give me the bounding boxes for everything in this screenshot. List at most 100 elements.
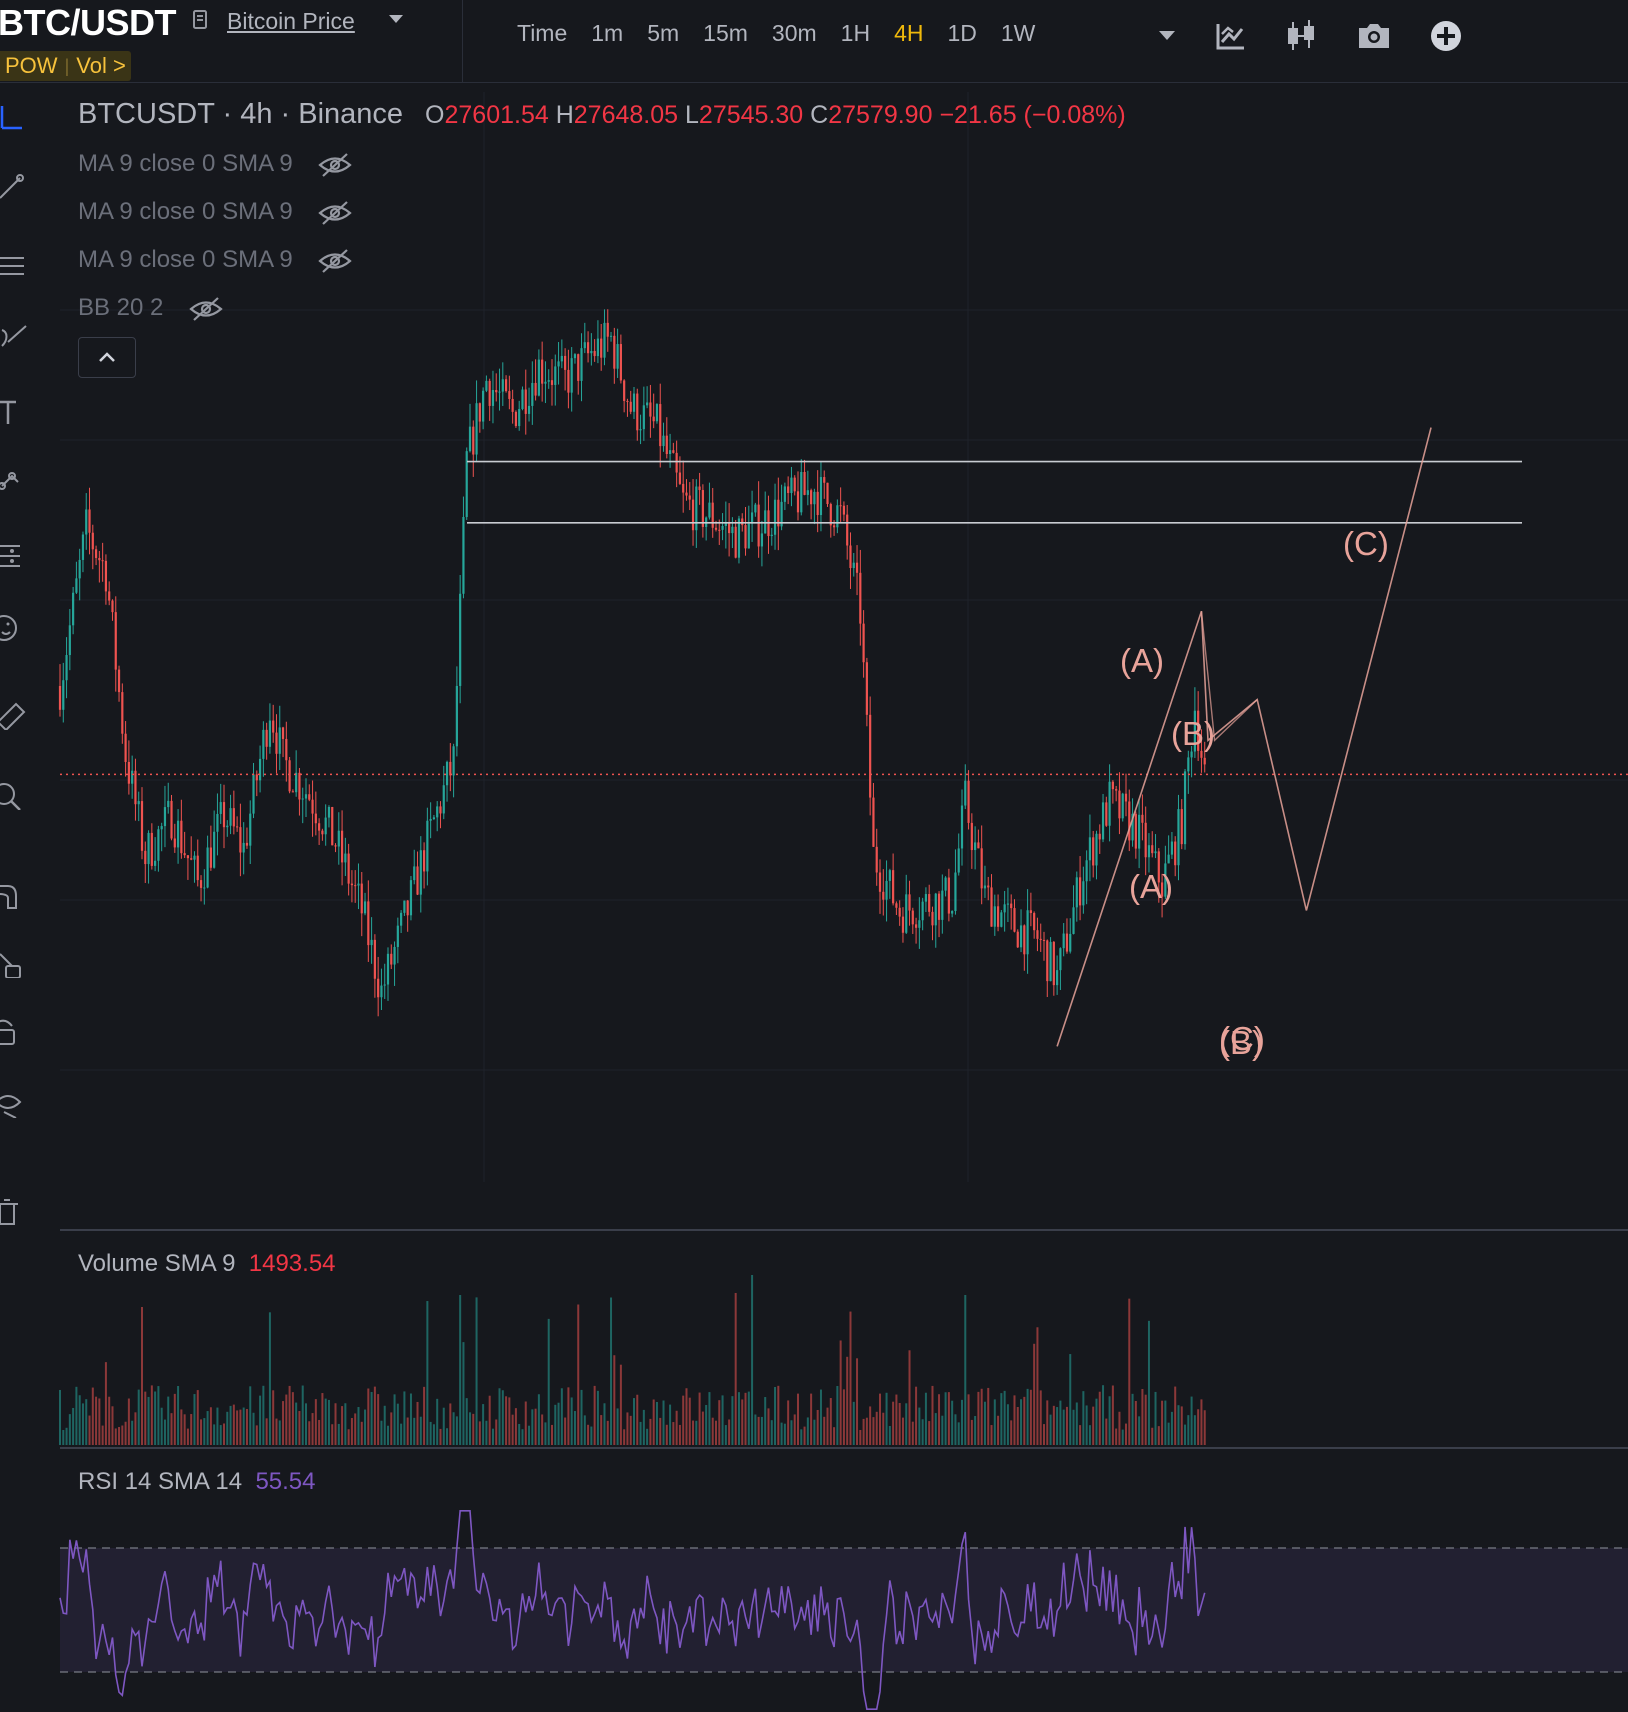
candle-body [977, 842, 980, 849]
timeframe-1m[interactable]: 1m [579, 14, 635, 53]
symbol-title[interactable]: BTC/USDT [0, 2, 177, 44]
volume-bar [1003, 1390, 1006, 1445]
candle-body [908, 894, 911, 911]
volume-bar [731, 1396, 734, 1445]
volume-bar [173, 1393, 176, 1445]
volume-bar [534, 1408, 537, 1445]
volume-value: 1493.54 [248, 1250, 336, 1277]
candle-body [619, 344, 622, 381]
volume-bar [301, 1385, 304, 1445]
volume-bar [324, 1398, 327, 1445]
candle-body [970, 822, 973, 851]
candle-body [1085, 860, 1088, 882]
volume-bar [288, 1385, 291, 1445]
candle-body [1154, 851, 1157, 854]
candle-body [783, 486, 786, 502]
volume-bar [1184, 1424, 1187, 1445]
candle-body [987, 885, 990, 888]
collapse-indicators-button[interactable] [78, 337, 136, 378]
timeframe-5m[interactable]: 5m [635, 14, 691, 53]
volume-bar [924, 1392, 927, 1445]
candle-body [914, 924, 918, 928]
timeframe-1h[interactable]: 1H [829, 14, 882, 53]
candle-body [1065, 933, 1069, 952]
candle-body [311, 799, 314, 814]
volume-bar [701, 1411, 704, 1445]
volume-bar [659, 1417, 662, 1445]
timeframe-30m[interactable]: 30m [760, 14, 829, 53]
candle-body [380, 985, 383, 998]
timeframe-4h[interactable]: 4H [882, 14, 935, 53]
volume-bar [1164, 1400, 1167, 1445]
eye-hidden-icon[interactable] [188, 296, 224, 322]
indicator-row-bb[interactable]: BB 20 2 [78, 294, 224, 322]
volume-bar [268, 1312, 271, 1445]
volume-bar [1190, 1396, 1193, 1445]
volume-bar [167, 1396, 170, 1445]
volume-bar [649, 1418, 652, 1445]
candle-body [682, 483, 685, 493]
candle-body [980, 848, 983, 889]
indicator-row-ma2[interactable]: MA 9 close 0 SMA 9 [78, 198, 353, 226]
volume-bar [1200, 1399, 1203, 1445]
candle-body [685, 492, 688, 496]
volume-bar [806, 1417, 809, 1445]
legend-ticker[interactable]: BTCUSDT [78, 98, 214, 130]
volume-bar [163, 1419, 166, 1445]
indicators-icon[interactable] [1210, 16, 1250, 56]
high-value: 27648.05 [573, 101, 679, 129]
volume-bar [728, 1419, 731, 1445]
volume-bar [934, 1413, 937, 1445]
dropdown-icon[interactable] [1147, 16, 1187, 56]
candle-body [1141, 814, 1144, 823]
candle-style-icon[interactable] [1282, 16, 1322, 56]
tag-vol[interactable]: Vol > [71, 53, 131, 79]
volume-bar [547, 1318, 550, 1445]
eye-hidden-icon[interactable] [317, 152, 353, 178]
candle-body [229, 808, 232, 826]
volume-bar [1072, 1409, 1075, 1445]
candle-body [1183, 771, 1187, 845]
chevron-down-icon[interactable] [386, 12, 406, 26]
timeframe-1w[interactable]: 1W [989, 14, 1048, 53]
timeframe-1d[interactable]: 1D [935, 14, 988, 53]
candle-body [281, 727, 285, 739]
volume-bar [459, 1295, 462, 1445]
volume-bar [455, 1416, 458, 1445]
timeframe-15m[interactable]: 15m [691, 14, 760, 53]
camera-icon[interactable] [1354, 16, 1394, 56]
eye-hidden-icon[interactable] [317, 248, 353, 274]
toolbar-divider [462, 0, 463, 82]
bitcoin-price-link[interactable]: Bitcoin Price [227, 8, 355, 35]
volume-bars [59, 1275, 1206, 1445]
volume-bar [744, 1392, 747, 1445]
candle-body [810, 490, 813, 505]
volume-bar [364, 1409, 367, 1445]
candle-body [698, 486, 701, 491]
timeframe-time[interactable]: Time [505, 14, 579, 53]
candle-body [1072, 907, 1075, 934]
volume-bar [944, 1392, 947, 1445]
candle-body [1151, 845, 1154, 854]
volume-bar [780, 1422, 783, 1445]
candle-body [117, 669, 121, 693]
indicator-row-ma1[interactable]: MA 9 close 0 SMA 9 [78, 150, 353, 178]
volume-bar [118, 1426, 121, 1445]
volume-bar [901, 1417, 904, 1445]
candle-body [354, 885, 357, 887]
eye-hidden-icon[interactable] [317, 200, 353, 226]
candle-body [921, 901, 924, 921]
candle-body [636, 393, 639, 431]
tag-pow[interactable]: POW [0, 53, 63, 79]
volume-bar [1026, 1388, 1029, 1445]
volume-bar [357, 1407, 360, 1445]
add-icon[interactable] [1426, 16, 1466, 56]
volume-bar [655, 1401, 658, 1445]
book-icon [193, 10, 207, 29]
indicator-row-ma3[interactable]: MA 9 close 0 SMA 9 [78, 246, 353, 274]
candle-body [1010, 903, 1013, 909]
candle-body [937, 893, 941, 920]
candle-body [91, 532, 94, 550]
volume-bar [757, 1416, 760, 1445]
candle-body [577, 354, 580, 381]
